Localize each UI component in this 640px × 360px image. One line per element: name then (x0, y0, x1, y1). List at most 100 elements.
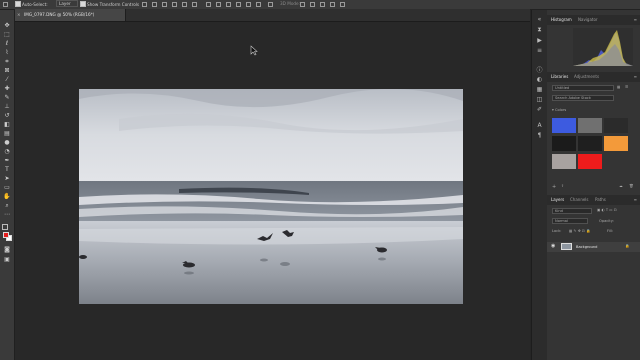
brushes-panel-icon[interactable]: ✐ (536, 106, 543, 113)
layers-menu-icon[interactable]: ≡ (634, 197, 637, 202)
swatches-panel-icon[interactable]: ▦ (536, 86, 543, 93)
list-view-icon[interactable]: ☰ (625, 85, 628, 89)
frame-tool-icon[interactable]: ⊠ (3, 67, 11, 74)
clone-stamp-tool-icon[interactable]: ⊥ (3, 103, 11, 110)
zoom-tool-icon[interactable]: ⌕ (3, 202, 11, 209)
pen-tool-icon[interactable]: ✒ (3, 157, 11, 164)
library-swatch[interactable] (604, 136, 628, 151)
styles-panel-icon[interactable]: ◫ (536, 96, 543, 103)
path-selection-tool-icon[interactable]: ➤ (3, 175, 11, 182)
quick-mask-icon[interactable]: ◙ (3, 246, 11, 253)
grid-view-icon[interactable]: ▦ (617, 85, 620, 89)
type-tool-icon[interactable]: T (3, 166, 11, 173)
3d-scale-icon[interactable] (340, 2, 345, 7)
eraser-tool-icon[interactable]: ◧ (3, 121, 11, 128)
histogram-menu-icon[interactable]: ≡ (634, 17, 637, 22)
library-swatch[interactable] (578, 154, 602, 169)
3d-pan-icon[interactable] (320, 2, 325, 7)
layer-filter-input[interactable]: Kind (552, 208, 592, 214)
foreground-color-swatch[interactable] (3, 232, 9, 238)
auto-select-dropdown[interactable]: Layer (56, 0, 78, 7)
align-bottom-icon[interactable] (162, 2, 167, 7)
3d-roll-icon[interactable] (310, 2, 315, 7)
align-vcenter-icon[interactable] (152, 2, 157, 7)
history-panel-icon[interactable]: ⧗ (536, 26, 543, 33)
document-tab[interactable]: × IMG_0797.DNG @ 50% (RGB/16*) (15, 9, 126, 21)
libraries-menu-icon[interactable]: ≡ (634, 74, 637, 79)
lasso-tool-icon[interactable]: ℓ (3, 40, 11, 47)
dodge-tool-icon[interactable]: ◔ (3, 148, 11, 155)
collapse-panels-icon[interactable]: « (536, 16, 543, 23)
auto-select-checkbox[interactable]: Auto-Select: (15, 1, 48, 7)
distribute-vcenter-icon[interactable] (216, 2, 221, 7)
auto-select-label: Auto-Select: (22, 2, 48, 7)
crop-tool-icon[interactable]: ⌗ (3, 58, 11, 65)
distribute-bottom-icon[interactable] (226, 2, 231, 7)
character-panel-icon[interactable]: A (536, 122, 543, 129)
eyedropper-tool-icon[interactable]: ⁄ (3, 76, 11, 83)
layer-name: Background (576, 244, 598, 249)
info-panel-icon[interactable]: ⓘ (536, 66, 543, 74)
document-tab-bar: × IMG_0797.DNG @ 50% (RGB/16*) (15, 9, 530, 22)
tab-navigator[interactable]: Navigator (578, 17, 598, 22)
tab-paths[interactable]: Paths (595, 197, 606, 202)
distribute-right-icon[interactable] (256, 2, 261, 7)
align-right-icon[interactable] (192, 2, 197, 7)
actions-panel-icon[interactable]: ▶ (536, 37, 543, 44)
history-brush-tool-icon[interactable]: ↺ (3, 112, 11, 119)
filter-icons[interactable]: ▣ ◐ T ▭ ⊡ (597, 208, 617, 212)
distribute-top-icon[interactable] (206, 2, 211, 7)
tab-layers[interactable]: Layers (551, 197, 564, 202)
tab-adjustments[interactable]: Adjustments (574, 74, 599, 79)
delete-library-item-icon[interactable]: 🗑 (629, 184, 634, 188)
library-swatch[interactable] (604, 118, 628, 133)
default-colors-icon[interactable] (2, 224, 8, 230)
show-transform-controls-checkbox[interactable]: Show Transform Controls (80, 1, 139, 7)
tab-histogram[interactable]: Histogram (551, 17, 572, 22)
opacity-label: Opacity: (599, 219, 614, 223)
cloud-icon[interactable]: ☁ (619, 184, 623, 188)
library-swatch[interactable] (552, 154, 576, 169)
mouse-cursor-icon (250, 45, 258, 56)
3d-slide-icon[interactable] (330, 2, 335, 7)
healing-brush-tool-icon[interactable]: ✚ (3, 85, 11, 92)
distribute-hcenter-icon[interactable] (246, 2, 251, 7)
align-left-icon[interactable] (172, 2, 177, 7)
document-image[interactable] (79, 89, 463, 304)
hand-tool-icon[interactable]: ✋ (3, 193, 11, 200)
move-tool-icon[interactable]: ✥ (3, 22, 11, 29)
layer-row[interactable]: ◉ Background 🔒 (547, 242, 640, 252)
align-top-icon[interactable] (142, 2, 147, 7)
quick-selection-tool-icon[interactable]: ⌇ (3, 49, 11, 56)
gradient-tool-icon[interactable]: ▤ (3, 130, 11, 137)
visibility-eye-icon[interactable]: ◉ (551, 243, 555, 249)
library-swatch[interactable] (578, 118, 602, 133)
blend-mode-select[interactable]: Normal (552, 218, 588, 224)
more-tools-icon[interactable]: ⋯ (3, 211, 11, 218)
library-swatch[interactable] (552, 118, 576, 133)
lock-icons[interactable]: ▦ ✎ ✥ ⊡ 🔒 (569, 229, 590, 233)
library-swatch[interactable] (552, 136, 576, 151)
color-panel-icon[interactable]: ◐ (536, 76, 543, 83)
tab-libraries[interactable]: Libraries (551, 74, 568, 79)
3d-rotate-icon[interactable] (300, 2, 305, 7)
add-content-icon[interactable]: + (552, 184, 556, 190)
library-select[interactable]: Untitled (552, 85, 614, 91)
brush-tool-icon[interactable]: ✎ (3, 94, 11, 101)
show-transform-controls-label: Show Transform Controls (87, 2, 140, 7)
close-tab-icon[interactable]: × (17, 12, 21, 17)
marquee-tool-icon[interactable]: ⬚ (3, 31, 11, 38)
auto-align-icon[interactable] (268, 2, 273, 7)
distribute-left-icon[interactable] (236, 2, 241, 7)
properties-panel-icon[interactable]: ≡ (536, 47, 543, 54)
tab-channels[interactable]: Channels (570, 197, 589, 202)
align-hcenter-icon[interactable] (182, 2, 187, 7)
blur-tool-icon[interactable]: ● (3, 139, 11, 146)
move-tool-preset-icon[interactable] (3, 2, 8, 7)
library-search-input[interactable]: Search Adobe Stock (552, 95, 614, 101)
shape-tool-icon[interactable]: ▭ (3, 184, 11, 191)
screen-mode-icon[interactable]: ▣ (3, 256, 11, 263)
paragraph-panel-icon[interactable]: ¶ (536, 132, 543, 139)
library-swatch[interactable] (578, 136, 602, 151)
upload-icon[interactable]: ⇧ (561, 184, 564, 188)
